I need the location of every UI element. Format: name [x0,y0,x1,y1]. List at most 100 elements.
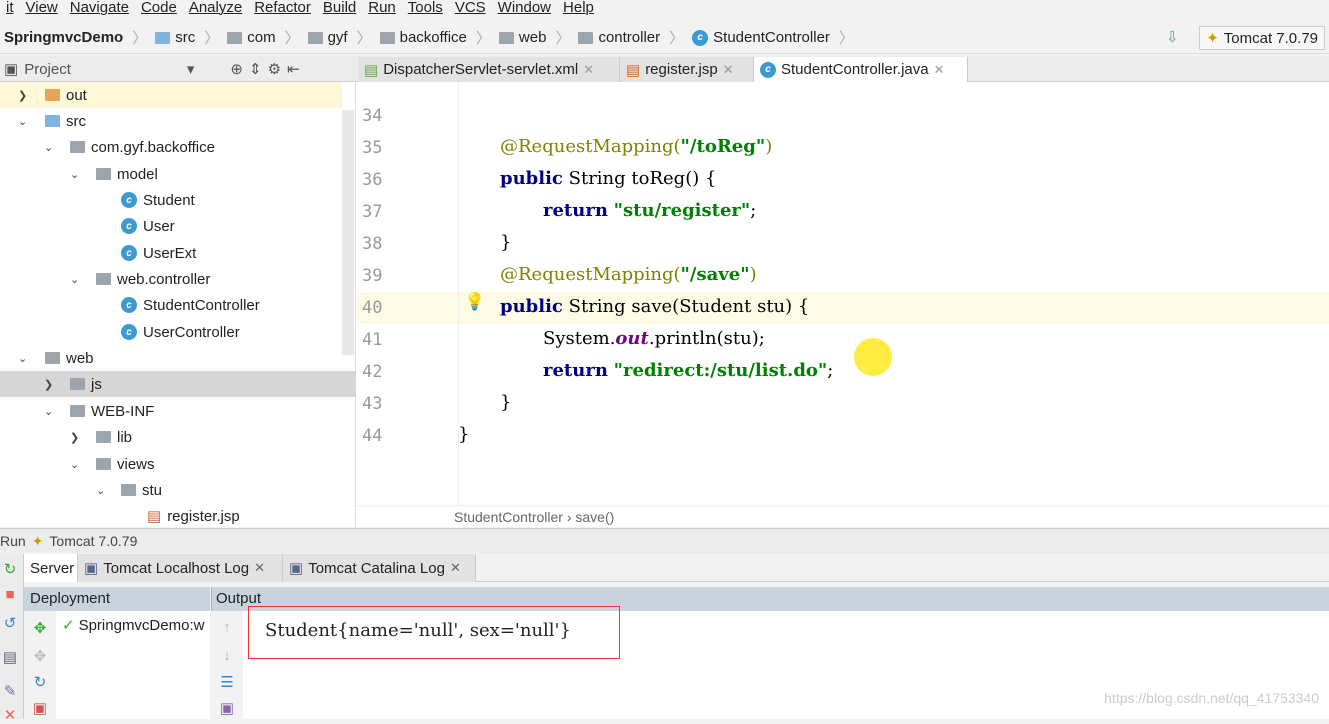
code-line-38: } [500,232,512,253]
stop-icon[interactable]: ■ [0,586,20,603]
tab-dispatcher-servlet[interactable]: ▤ DispatcherServlet-servlet.xml ✕ [358,57,620,82]
crumb-src[interactable]: src 〉 [151,27,223,48]
tree-item-user[interactable]: c User [0,213,342,239]
redeploy-icon[interactable]: ↻ [30,673,50,691]
project-title[interactable]: Project [24,61,71,78]
refresh-icon[interactable]: ↺ [0,614,20,632]
chevron-down-icon[interactable]: ⌄ [70,168,79,181]
output-toolbar: ↑ ↓ ☰ ▣ [211,611,243,719]
close-icon[interactable]: ✕ [254,560,265,576]
deployment-item[interactable]: ✓ SpringmvcDemo:w [62,616,210,635]
chevron-down-icon[interactable]: ⌄ [18,352,27,365]
arrow-down-icon[interactable]: ↓ [217,647,237,664]
class-icon: c [121,297,137,313]
tab-student-controller[interactable]: c StudentController.java ✕ [754,57,968,82]
menu-run[interactable]: Run [368,0,396,18]
tree-item-src[interactable]: ⌄ src [0,108,342,134]
collapse-icon[interactable]: ⇕ [249,60,262,78]
chevron-down-icon[interactable]: ⌄ [44,141,53,154]
crumb-com[interactable]: com 〉 [223,27,303,48]
tree-scrollbar[interactable] [342,110,354,355]
crumb-studentcontroller[interactable]: c StudentController 〉 [688,27,858,48]
tree-item-js[interactable]: ❯ js [0,371,356,397]
dropdown-icon[interactable]: ▾ [187,60,195,78]
tree-item-register-jsp[interactable]: ▤ register.jsp [0,503,342,529]
tree-item-studentcontroller[interactable]: c StudentController [0,292,342,318]
locate-icon[interactable]: ⊕ [230,60,243,78]
chevron-down-icon[interactable]: ⌄ [18,115,27,128]
menu-tools[interactable]: Tools [408,0,443,18]
hide-icon[interactable]: ⇤ [287,60,300,78]
undeploy-icon[interactable]: ✥ [30,647,50,665]
menu-navigate[interactable]: Navigate [70,0,129,18]
menu-refactor[interactable]: Refactor [254,0,311,18]
rerun-icon[interactable]: ↻ [0,560,20,578]
crumb-backoffice[interactable]: backoffice 〉 [376,27,495,48]
update-icon[interactable]: ⇩ [1166,28,1179,46]
tomcat-icon: ✦ [31,532,44,549]
layout-icon[interactable]: ▤ [0,648,20,666]
tree-item-userext[interactable]: c UserExt [0,240,342,266]
menu-help[interactable]: Help [563,0,594,18]
package-icon [96,168,111,180]
tab-catalina-log[interactable]: ▣ Tomcat Catalina Log ✕ [283,554,476,582]
close-icon[interactable]: ✕ [0,706,20,724]
menu-build[interactable]: Build [323,0,356,18]
run-config-select[interactable]: ✦ Tomcat 7.0.79 [1199,26,1325,50]
chevron-down-icon[interactable]: ⌄ [96,484,105,497]
artifact-icon[interactable]: ▣ [30,699,50,717]
chevron-right-icon[interactable]: ❯ [44,378,53,391]
menu-edit[interactable]: it [6,0,14,18]
tree-item-web[interactable]: ⌄ web [0,345,342,371]
code-line-41: System.out.println(stu); [543,328,765,349]
chevron-down-icon[interactable]: ⌄ [70,273,79,286]
tree-item-views[interactable]: ⌄ views [0,451,342,477]
tree-label: UserExt [143,244,197,262]
deploy-icon[interactable]: ✥ [30,619,50,637]
tab-register-jsp[interactable]: ▤ register.jsp ✕ [620,57,754,82]
jsp-file-icon: ▤ [147,508,162,525]
tree-label: views [117,455,155,473]
pin-icon[interactable]: ✎ [0,682,20,700]
menu-analyze[interactable]: Analyze [189,0,242,18]
menu-code[interactable]: Code [141,0,177,18]
menu-window[interactable]: Window [498,0,551,18]
lightbulb-icon[interactable]: 💡 [464,292,485,312]
tree-item-usercontroller[interactable]: c UserController [0,319,342,345]
close-icon[interactable]: ✕ [583,62,594,78]
tree-item-lib[interactable]: ❯ lib [0,424,342,450]
scroll-to-end-icon[interactable]: ▣ [217,699,237,717]
tree-item-student[interactable]: c Student [0,187,342,213]
line-number: 34 [362,106,383,126]
tree-item-web-controller[interactable]: ⌄ web.controller [0,266,342,292]
crumb-project[interactable]: SpringmvcDemo 〉 [0,27,151,48]
chevron-down-icon[interactable]: ⌄ [70,458,79,471]
code-line-36: public String toReg() { [500,168,717,189]
tree-item-package[interactable]: ⌄ com.gyf.backoffice [0,134,342,160]
crumb-controller[interactable]: controller 〉 [574,27,688,48]
menu-vcs[interactable]: VCS [455,0,486,18]
code-line-43: } [500,392,512,413]
tab-server[interactable]: Server [24,554,78,582]
close-icon[interactable]: ✕ [450,560,461,576]
tree-item-out[interactable]: ❯ out [0,82,342,108]
close-icon[interactable]: ✕ [723,62,734,78]
crumb-gyf[interactable]: gyf 〉 [304,27,376,48]
crumb-label: controller [598,29,661,46]
tree-item-stu[interactable]: ⌄ stu [0,477,342,503]
tab-localhost-log[interactable]: ▣ Tomcat Localhost Log ✕ [78,554,283,582]
arrow-up-icon[interactable]: ↑ [217,619,237,636]
menu-view[interactable]: View [26,0,58,18]
gear-icon[interactable]: ⚙ [268,60,281,78]
close-icon[interactable]: ✕ [934,62,945,78]
chevron-right-icon[interactable]: ❯ [18,89,27,102]
class-icon: c [760,61,776,78]
crumb-web[interactable]: web 〉 [495,27,575,48]
tree-item-model[interactable]: ⌄ model [0,161,342,187]
tree-item-web-inf[interactable]: ⌄ WEB-INF [0,398,342,424]
folder-icon [121,484,136,496]
editor-breadcrumb[interactable]: StudentController › save() [356,505,1329,527]
chevron-down-icon[interactable]: ⌄ [44,405,53,418]
chevron-right-icon[interactable]: ❯ [70,431,79,444]
soft-wrap-icon[interactable]: ☰ [217,673,237,691]
